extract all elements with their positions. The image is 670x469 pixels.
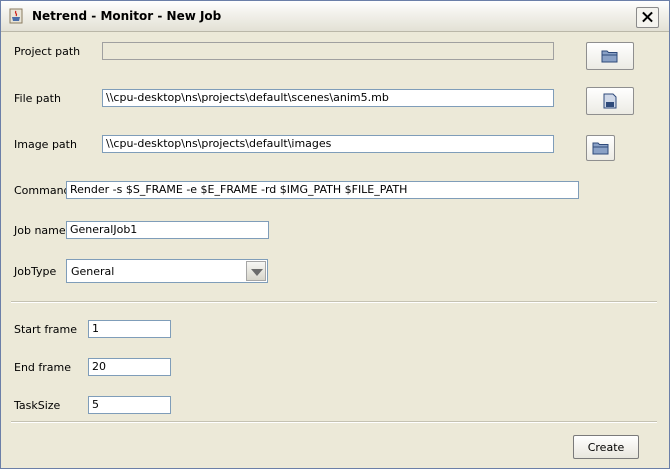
- java-cup-icon: [9, 8, 23, 24]
- end-frame-field[interactable]: 20: [88, 358, 171, 376]
- browse-file-button[interactable]: [586, 87, 634, 115]
- job-name-label: Job name: [14, 224, 66, 237]
- file-path-field[interactable]: \\cpu-desktop\ns\projects\default\scenes…: [102, 89, 554, 107]
- title-bar[interactable]: Netrend - Monitor - New Job: [1, 1, 669, 32]
- divider: [11, 301, 657, 303]
- command-field[interactable]: Render -s $S_FRAME -e $E_FRAME -rd $IMG_…: [66, 181, 579, 199]
- job-name-field[interactable]: GeneralJob1: [66, 221, 269, 239]
- folder-icon: [601, 50, 618, 63]
- job-type-select[interactable]: General: [66, 259, 268, 283]
- chevron-down-icon[interactable]: [246, 261, 266, 281]
- job-type-value: General: [71, 265, 115, 278]
- window-title: Netrend - Monitor - New Job: [32, 9, 222, 23]
- new-job-window: Netrend - Monitor - New Job Project path…: [0, 0, 670, 469]
- job-type-label: JobType: [14, 265, 57, 278]
- image-path-field[interactable]: \\cpu-desktop\ns\projects\default\images: [102, 135, 554, 153]
- create-button[interactable]: Create: [573, 435, 639, 459]
- close-icon[interactable]: [636, 7, 659, 28]
- task-size-field[interactable]: 5: [88, 396, 171, 414]
- image-path-label: Image path: [14, 138, 77, 151]
- file-icon: [603, 93, 617, 109]
- file-path-label: File path: [14, 92, 61, 105]
- command-label: Command: [14, 184, 71, 197]
- end-frame-label: End frame: [14, 361, 72, 374]
- browse-project-button[interactable]: [586, 42, 634, 70]
- start-frame-label: Start frame: [14, 323, 77, 336]
- folder-icon: [592, 142, 608, 155]
- project-path-label: Project path: [14, 45, 81, 58]
- task-size-label: TaskSize: [14, 399, 61, 412]
- project-path-field[interactable]: [102, 42, 554, 60]
- divider: [11, 421, 657, 423]
- browse-image-button[interactable]: [586, 135, 615, 161]
- start-frame-field[interactable]: 1: [88, 320, 171, 338]
